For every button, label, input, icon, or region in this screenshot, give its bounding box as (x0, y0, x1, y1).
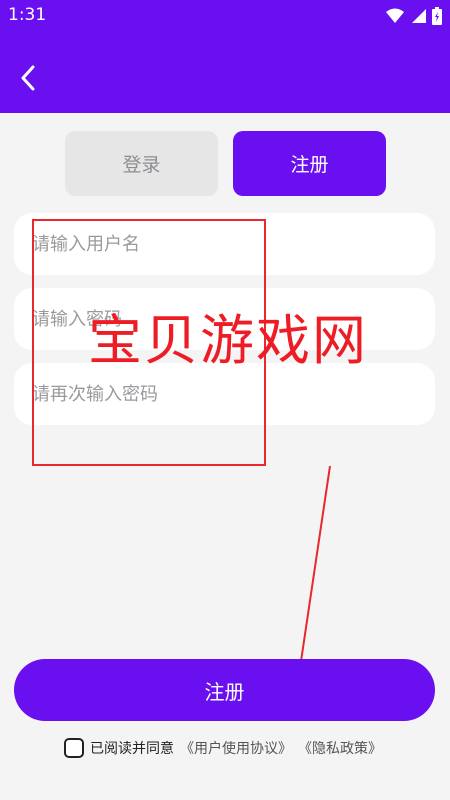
status-bar: 1:31 (0, 0, 450, 32)
register-submit-button[interactable]: 注册 (14, 659, 435, 721)
password-field (14, 288, 435, 350)
confirm-password-field (14, 363, 435, 425)
username-field (14, 213, 435, 275)
agree-checkbox[interactable] (64, 738, 84, 758)
status-icons (386, 6, 442, 26)
username-input[interactable] (32, 213, 435, 275)
wifi-icon (386, 8, 404, 23)
tab-login[interactable]: 登录 (65, 131, 218, 196)
privacy-policy-link[interactable]: 《隐私政策》 (298, 738, 382, 758)
back-arrow-icon (21, 65, 35, 91)
signal-icon (412, 9, 426, 23)
status-time: 1:31 (8, 5, 47, 25)
user-agreement-link[interactable]: 《用户使用协议》 (180, 738, 292, 758)
tab-register[interactable]: 注册 (233, 131, 386, 196)
back-button[interactable] (14, 62, 42, 94)
app-header: 1:31 (0, 0, 450, 113)
password-input[interactable] (32, 288, 435, 350)
agreement-prefix: 已阅读并同意 (90, 741, 174, 757)
battery-icon (432, 7, 442, 25)
agreement-row: 已阅读并同意 《用户使用协议》 《隐私政策》 (64, 737, 382, 759)
confirm-password-input[interactable] (32, 363, 435, 425)
